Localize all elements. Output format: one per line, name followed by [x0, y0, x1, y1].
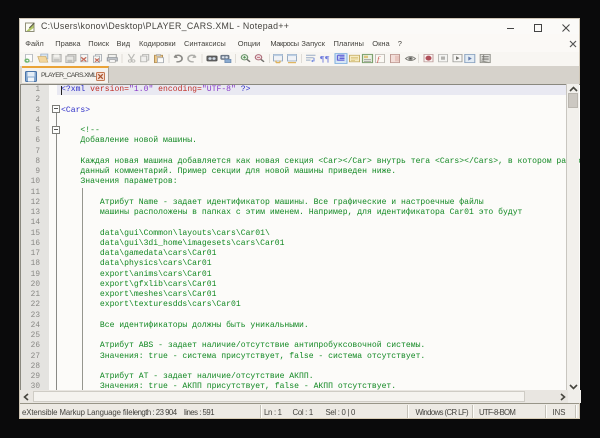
svg-text:¶: ¶ [325, 54, 330, 63]
